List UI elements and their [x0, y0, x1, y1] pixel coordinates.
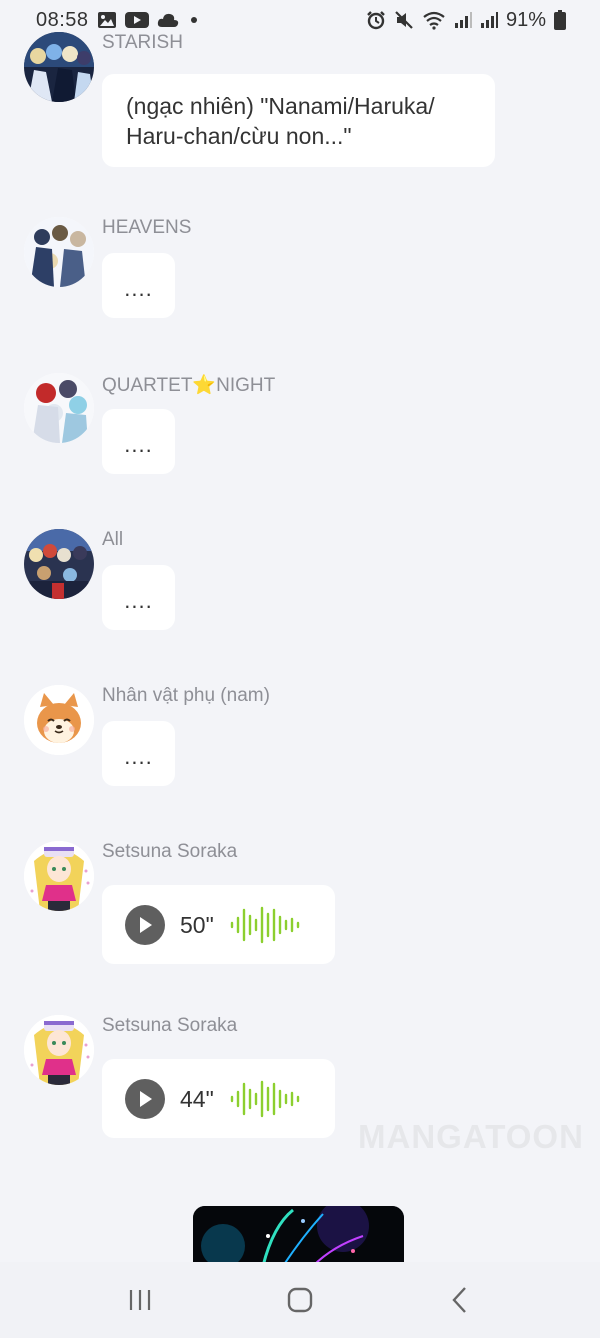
- status-bar: 08:58 91%: [0, 0, 600, 40]
- youtube-icon: [124, 12, 149, 28]
- audio-waveform-icon: [230, 1080, 300, 1117]
- audio-bubble[interactable]: 44": [102, 1059, 335, 1138]
- notification-dot: [190, 17, 197, 23]
- alarm-icon: [367, 11, 385, 30]
- avatar[interactable]: [24, 529, 94, 599]
- avatar[interactable]: [24, 217, 94, 287]
- abstract-image: [193, 1206, 404, 1266]
- speaker-name: All: [102, 529, 124, 550]
- back-button[interactable]: [430, 1275, 490, 1325]
- speaker-name: Setsuna Soraka: [102, 1015, 238, 1036]
- message-text: ....: [124, 587, 153, 613]
- watermark: MANGATOON: [358, 1118, 584, 1155]
- audio-bubble[interactable]: 50": [102, 885, 335, 964]
- avatar[interactable]: [24, 685, 94, 755]
- home-icon: [287, 1287, 313, 1313]
- recent-apps-icon: [129, 1290, 151, 1310]
- speaker-name: Setsuna Soraka: [102, 841, 238, 862]
- recent-apps-button[interactable]: [110, 1275, 170, 1325]
- avatar[interactable]: [24, 841, 94, 911]
- image-message[interactable]: [193, 1206, 404, 1266]
- speaker-name: HEAVENS: [102, 217, 192, 238]
- speaker-name: QUARTET⭐NIGHT: [102, 375, 276, 396]
- audio-waveform-icon: [230, 906, 300, 943]
- play-icon: [140, 1090, 152, 1107]
- signal-icon: [454, 12, 472, 28]
- cloud-icon: [157, 13, 178, 27]
- speaker-name: Nhân vật phụ (nam): [102, 685, 270, 706]
- message-text-line: (ngạc nhiên) "Nanami/Haruka/: [126, 93, 435, 119]
- text-bubble[interactable]: ....: [102, 409, 175, 474]
- avatar[interactable]: [24, 32, 94, 102]
- home-button[interactable]: [270, 1275, 330, 1325]
- mute-icon: [395, 11, 413, 29]
- shiba-dog-icon: [24, 685, 94, 755]
- message-text: ....: [124, 743, 153, 769]
- message-text: ....: [124, 275, 153, 301]
- text-bubble[interactable]: (ngạc nhiên) "Nanami/Haruka/ Haru-chan/c…: [102, 74, 495, 167]
- battery-percent: 91%: [505, 8, 546, 31]
- audio-duration: 50": [180, 911, 214, 938]
- message-text: ....: [124, 431, 153, 457]
- image-icon: [97, 12, 116, 28]
- text-bubble[interactable]: ....: [102, 721, 175, 786]
- audio-duration: 44": [180, 1085, 214, 1112]
- navigation-bar: [0, 1262, 600, 1338]
- play-icon: [140, 916, 152, 933]
- text-bubble[interactable]: ....: [102, 253, 175, 318]
- back-icon: [452, 1287, 466, 1313]
- wifi-icon: [423, 11, 445, 30]
- battery-icon: [554, 10, 566, 30]
- avatar[interactable]: [24, 1015, 94, 1085]
- text-bubble[interactable]: ....: [102, 565, 175, 630]
- signal-icon: [480, 12, 498, 28]
- play-button[interactable]: [125, 904, 165, 945]
- play-button[interactable]: [125, 1078, 165, 1119]
- avatar[interactable]: [24, 373, 94, 443]
- status-time: 08:58: [36, 8, 89, 31]
- message-text-line: Haru-chan/cừu non...": [126, 123, 352, 149]
